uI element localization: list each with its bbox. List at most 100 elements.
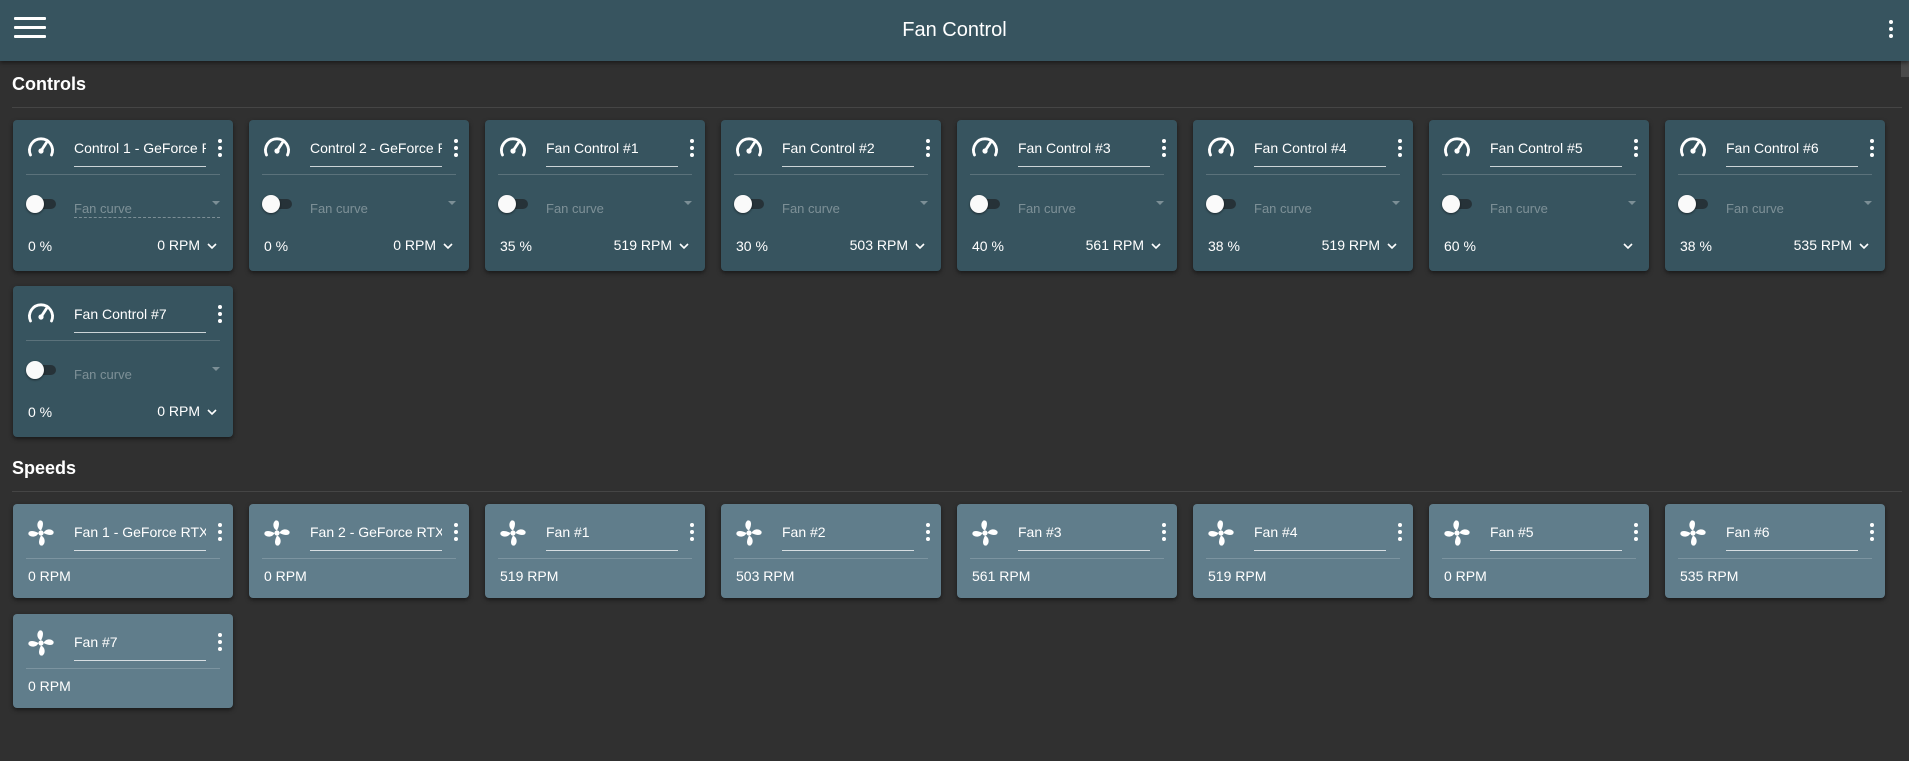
rpm-dropdown[interactable]: 561 RPM (1086, 233, 1162, 257)
control-name-field[interactable]: Control 1 - GeForce RTX (74, 139, 206, 167)
card-divider (498, 558, 692, 559)
fan-name-field[interactable]: Fan #3 (1018, 523, 1150, 551)
more-vert-icon[interactable] (1868, 523, 1876, 543)
section-divider (12, 491, 1902, 492)
card-divider (1678, 558, 1872, 559)
rpm-dropdown[interactable]: 519 RPM (1322, 233, 1398, 257)
more-vert-icon[interactable] (1887, 20, 1895, 40)
card-divider (498, 174, 692, 175)
fan-curve-placeholder: Fan curve (74, 201, 132, 216)
card-divider (734, 558, 928, 559)
more-vert-icon[interactable] (216, 523, 224, 543)
fan-curve-select[interactable]: Fan curve (1726, 194, 1872, 218)
control-name-field[interactable]: Control 2 - GeForce RTX (310, 139, 442, 167)
more-vert-icon[interactable] (1868, 139, 1876, 159)
fan-curve-select[interactable]: Fan curve (1018, 194, 1164, 218)
fan-name-field[interactable]: Fan 2 - GeForce RTX (310, 523, 442, 551)
fan-curve-select[interactable]: Fan curve (1254, 194, 1400, 218)
control-name-field[interactable]: Fan Control #2 (782, 139, 914, 167)
more-vert-icon[interactable] (452, 523, 460, 543)
more-vert-icon[interactable] (1632, 523, 1640, 543)
fan-curve-select[interactable]: Fan curve (782, 194, 928, 218)
more-vert-icon[interactable] (688, 523, 696, 543)
section-title-speeds: Speeds (12, 458, 77, 478)
fan-name-field[interactable]: Fan #6 (1726, 523, 1858, 551)
chevron-down-icon (1622, 239, 1634, 251)
fan-name-field[interactable]: Fan #7 (74, 633, 206, 661)
fan-name-field[interactable]: Fan 1 - GeForce RTX (74, 523, 206, 551)
dropdown-arrow-icon (1156, 201, 1164, 205)
control-rpm: 561 RPM (1085, 237, 1144, 253)
rpm-dropdown[interactable]: 519 RPM (614, 233, 690, 257)
more-vert-icon[interactable] (1160, 139, 1168, 159)
more-vert-icon[interactable] (452, 139, 460, 159)
enable-toggle[interactable] (1206, 194, 1240, 214)
card-divider (1442, 558, 1636, 559)
speedometer-icon (1442, 134, 1472, 164)
card-divider (26, 558, 220, 559)
fan-curve-placeholder: Fan curve (74, 367, 132, 382)
card-divider (970, 558, 1164, 559)
fan-rpm: 0 RPM (28, 568, 71, 584)
control-rpm: 0 RPM (157, 403, 200, 419)
control-name-field[interactable]: Fan Control #7 (74, 305, 206, 333)
control-name-field[interactable]: Fan Control #5 (1490, 139, 1622, 167)
enable-toggle[interactable] (1678, 194, 1712, 214)
fan-speed-card: Fan #6 535 RPM (1665, 504, 1885, 598)
fan-control-card: Fan Control #1 Fan curve 35 % 519 RPM (485, 120, 705, 271)
rpm-dropdown[interactable]: 0 RPM (157, 233, 218, 257)
control-percent: 38 % (1680, 238, 1712, 254)
enable-toggle[interactable] (970, 194, 1004, 214)
more-vert-icon[interactable] (216, 139, 224, 159)
speedometer-icon (734, 134, 764, 164)
fan-curve-placeholder: Fan curve (1254, 201, 1312, 216)
rpm-dropdown[interactable]: 503 RPM (850, 233, 926, 257)
more-vert-icon[interactable] (1396, 523, 1404, 543)
more-vert-icon[interactable] (216, 633, 224, 653)
enable-toggle[interactable] (26, 194, 60, 214)
fan-rpm: 0 RPM (1444, 568, 1487, 584)
rpm-dropdown[interactable]: 535 RPM (1794, 233, 1870, 257)
fan-name-field[interactable]: Fan #2 (782, 523, 914, 551)
more-vert-icon[interactable] (1396, 139, 1404, 159)
fan-name-field[interactable]: Fan #1 (546, 523, 678, 551)
enable-toggle[interactable] (26, 360, 60, 380)
control-percent: 0 % (28, 404, 53, 420)
chevron-down-icon (1386, 239, 1398, 251)
more-vert-icon[interactable] (1632, 139, 1640, 159)
rpm-dropdown[interactable] (1616, 233, 1634, 257)
enable-toggle[interactable] (498, 194, 532, 214)
speedometer-icon (970, 134, 1000, 164)
more-vert-icon[interactable] (1160, 523, 1168, 543)
fan-name-field[interactable]: Fan #5 (1490, 523, 1622, 551)
fan-rpm: 561 RPM (972, 568, 1031, 584)
rpm-dropdown[interactable]: 0 RPM (393, 233, 454, 257)
fan-speed-card: Fan #4 519 RPM (1193, 504, 1413, 598)
scrollbar[interactable] (1901, 61, 1909, 77)
fan-speed-card: Fan #1 519 RPM (485, 504, 705, 598)
fan-curve-select[interactable]: Fan curve (74, 194, 220, 218)
more-vert-icon[interactable] (924, 523, 932, 543)
more-vert-icon[interactable] (688, 139, 696, 159)
control-name-field[interactable]: Fan Control #3 (1018, 139, 1150, 167)
enable-toggle[interactable] (1442, 194, 1476, 214)
control-percent: 35 % (500, 238, 532, 254)
enable-toggle[interactable] (262, 194, 296, 214)
speedometer-icon (498, 134, 528, 164)
control-percent: 0 % (264, 238, 289, 254)
fan-name-field[interactable]: Fan #4 (1254, 523, 1386, 551)
control-name-field[interactable]: Fan Control #4 (1254, 139, 1386, 167)
fan-curve-select[interactable]: Fan curve (546, 194, 692, 218)
page-title: Fan Control (902, 19, 1007, 41)
fan-curve-select[interactable]: Fan curve (74, 360, 220, 384)
enable-toggle[interactable] (734, 194, 768, 214)
control-percent: 40 % (972, 238, 1004, 254)
control-name-field[interactable]: Fan Control #6 (1726, 139, 1858, 167)
control-name-field[interactable]: Fan Control #1 (546, 139, 678, 167)
more-vert-icon[interactable] (216, 305, 224, 325)
fan-curve-select[interactable]: Fan curve (310, 194, 456, 218)
dropdown-arrow-icon (920, 201, 928, 205)
more-vert-icon[interactable] (924, 139, 932, 159)
fan-curve-select[interactable]: Fan curve (1490, 194, 1636, 218)
rpm-dropdown[interactable]: 0 RPM (157, 399, 218, 423)
